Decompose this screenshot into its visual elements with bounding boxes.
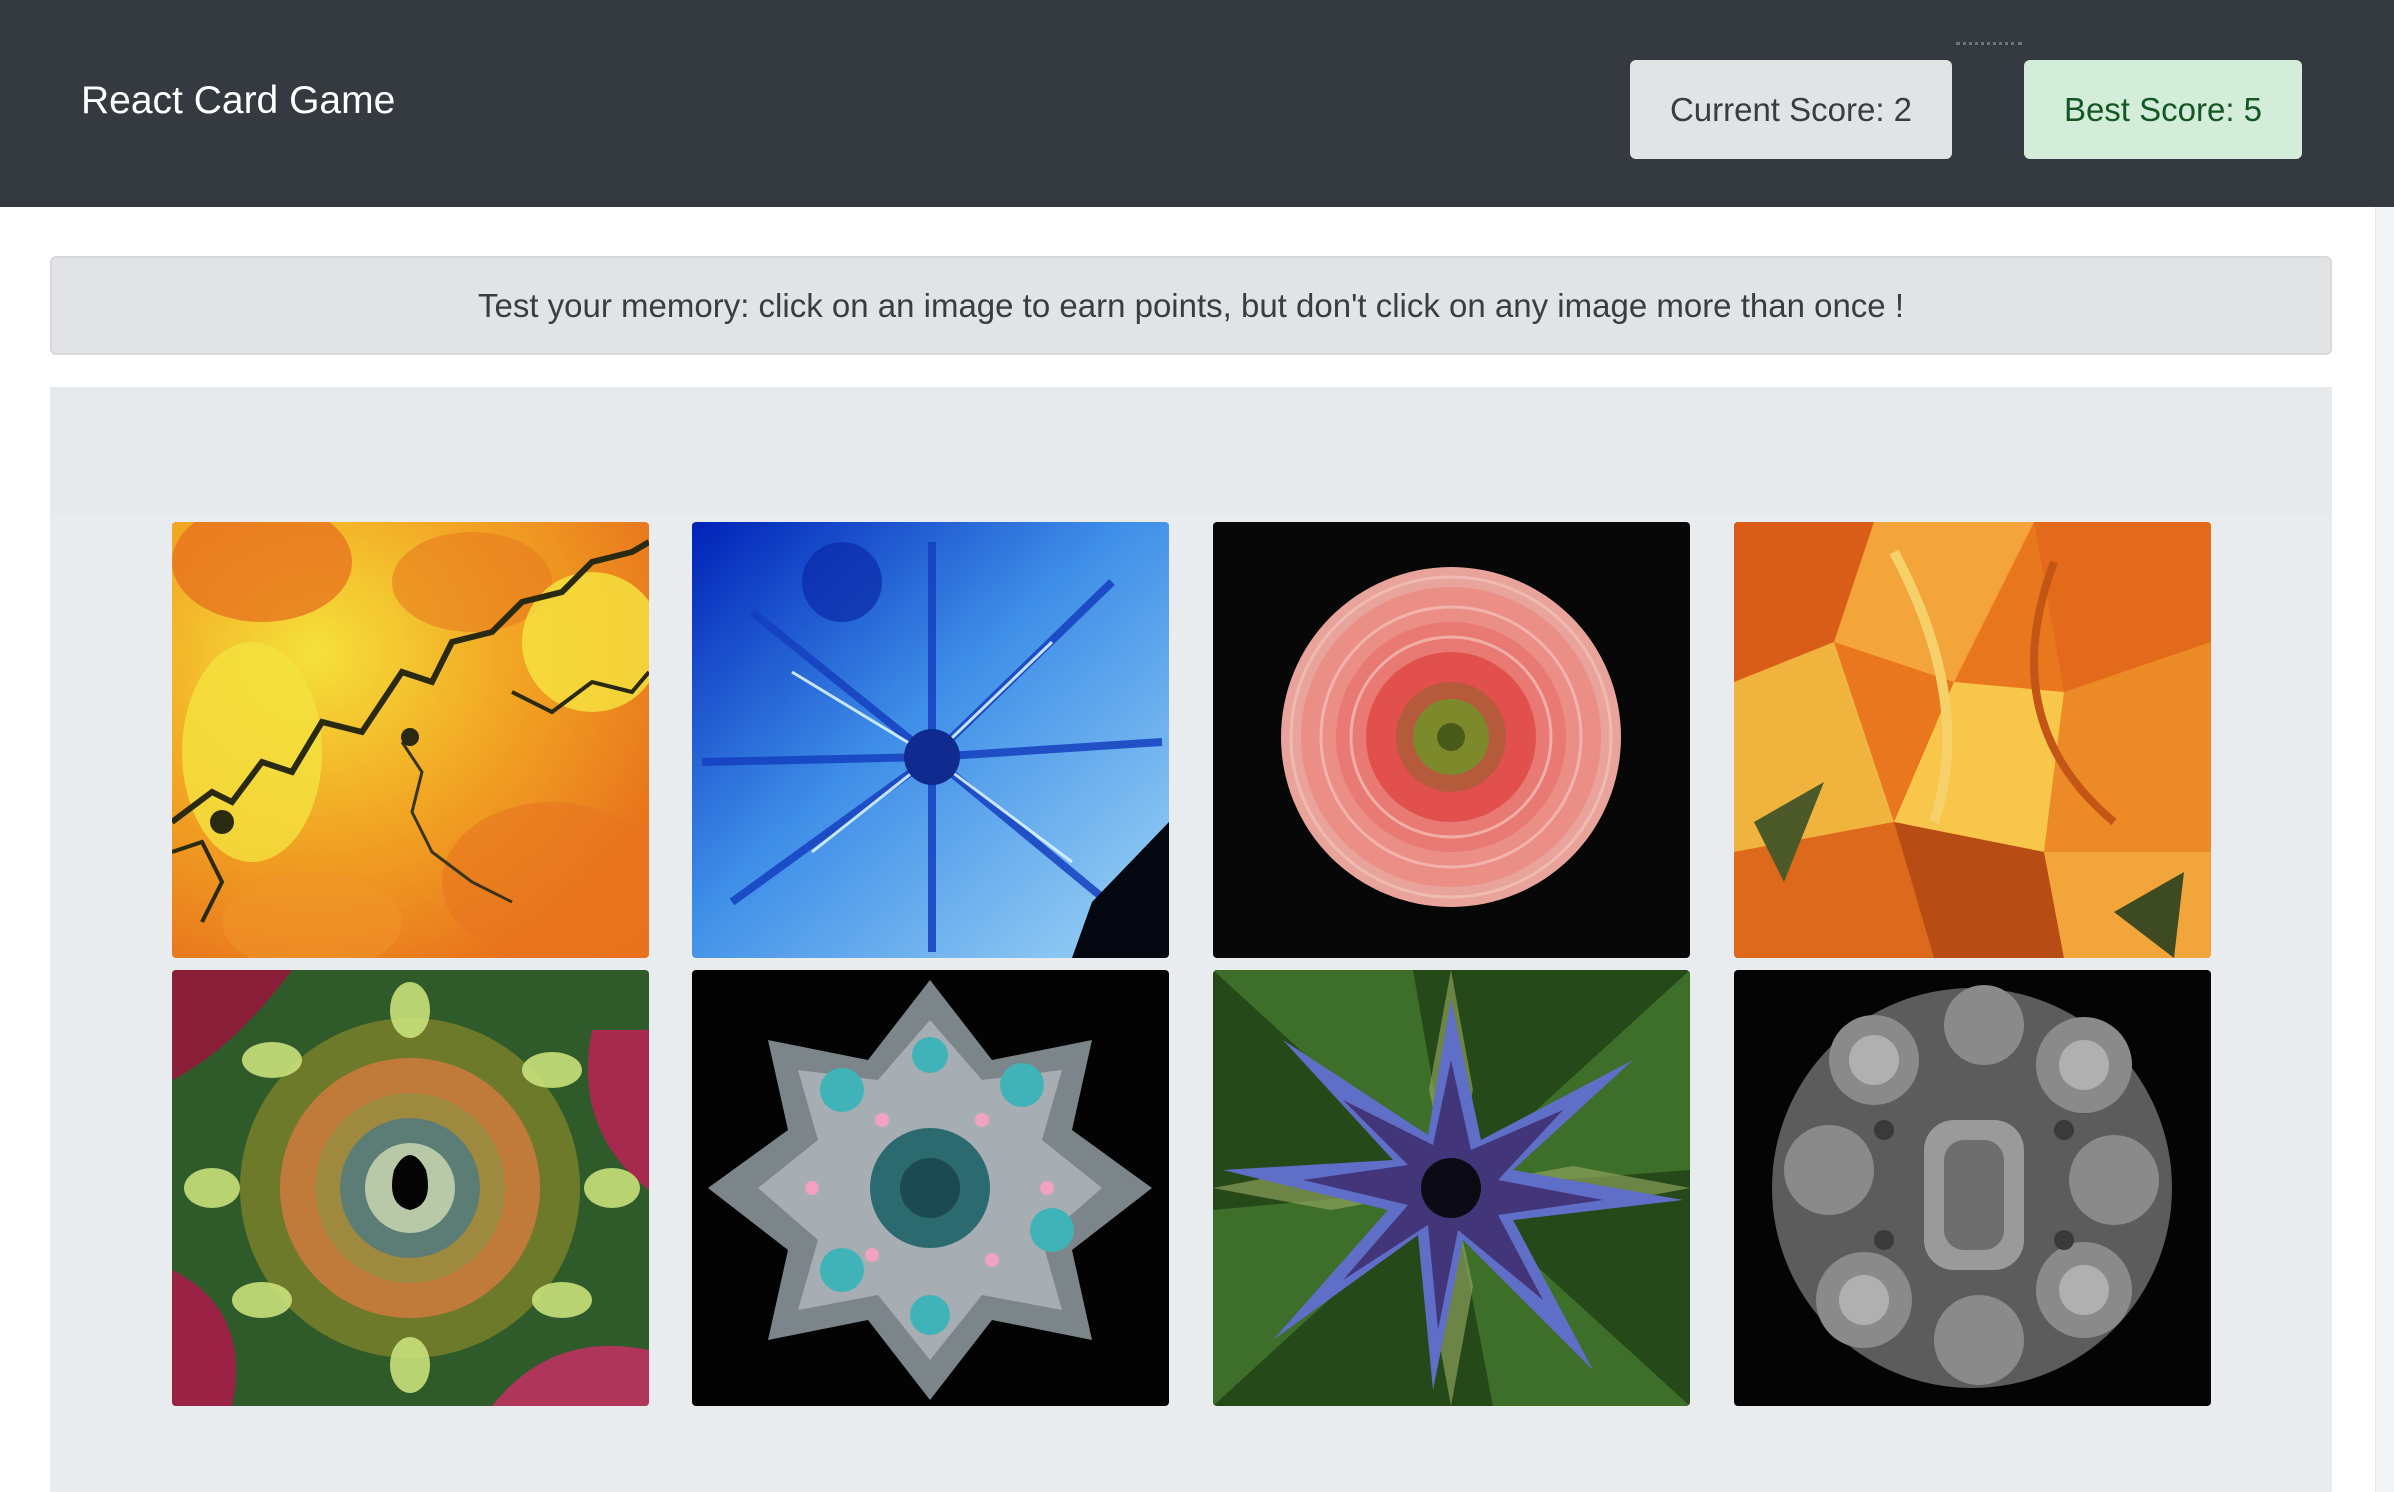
green-spiral-fractal-image[interactable]	[172, 970, 649, 1406]
teal-snowflake-fractal-image[interactable]	[692, 970, 1169, 1406]
scrollbar-track[interactable]	[2375, 207, 2394, 1492]
yellow-orange-fractal-image[interactable]	[172, 522, 649, 958]
board-header-area	[50, 387, 2332, 515]
blue-snowflake-fractal-image[interactable]	[692, 522, 1169, 958]
pink-flower-image[interactable]	[1213, 522, 1690, 958]
app-title[interactable]: React Card Game	[81, 76, 395, 126]
best-score-badge: Best Score: 5	[2024, 60, 2302, 159]
orange-swirl-fractal-image[interactable]	[1734, 522, 2211, 958]
gray-3d-fractal-image[interactable]	[1734, 970, 2211, 1406]
instructions-alert: Test your memory: click on an image to e…	[50, 256, 2332, 355]
navbar: React Card Game Current Score: 2 Best Sc…	[0, 0, 2394, 207]
current-score-badge: Current Score: 2	[1630, 60, 1952, 159]
dotted-divider	[1956, 42, 2022, 46]
green-blue-star-fractal-image[interactable]	[1213, 970, 1690, 1406]
